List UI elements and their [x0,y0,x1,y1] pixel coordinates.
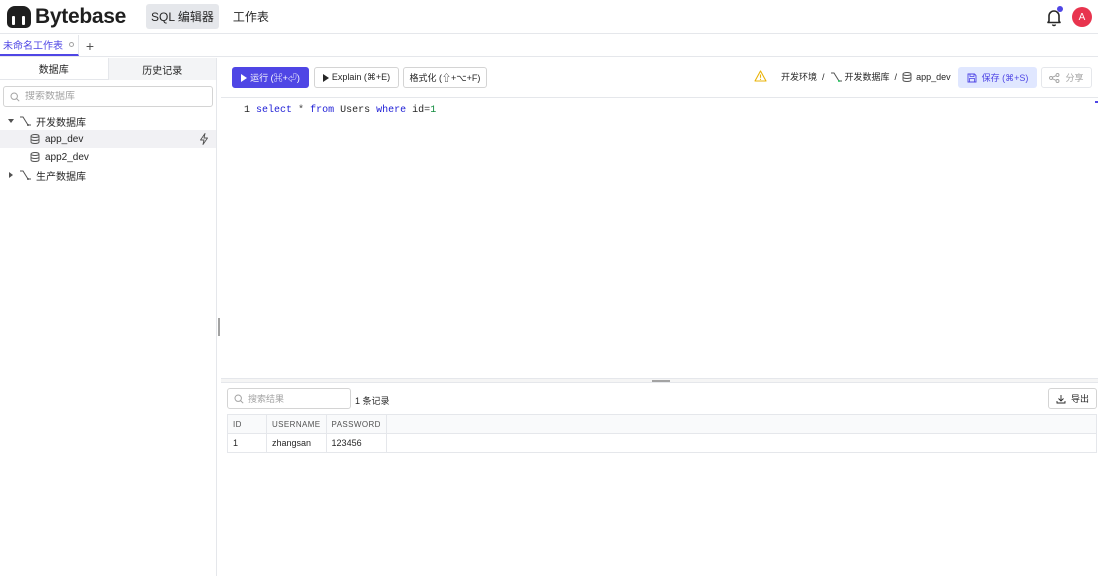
column-header-password[interactable]: PASSWORD [325,414,387,434]
avatar[interactable]: A [1072,7,1092,27]
database-icon [30,134,40,144]
breadcrumb-separator: / [822,71,825,82]
table-cell-filler [385,433,1098,453]
breadcrumb-instance: 开发数据库 [844,72,890,82]
search-icon [10,91,20,102]
database-icon [30,152,40,162]
notification-dot [1057,6,1063,12]
editor-result-splitter[interactable] [221,378,1098,383]
explain-button[interactable]: Explain (⌘+E) [314,67,399,88]
breadcrumb: 开发环境 / 开发数据库 / app_dev [781,70,951,83]
token-table: Users [340,105,371,116]
environment-icon [830,72,842,82]
format-button[interactable]: 格式化 (⇧+⌥+F) [403,67,487,88]
download-icon [1056,394,1066,403]
logo-text: Bytebase [35,4,126,28]
database-icon [902,71,912,82]
chevron-right-icon[interactable] [9,172,13,178]
token-star: * [298,105,305,116]
share-button[interactable]: 分享 [1041,67,1092,88]
save-button[interactable]: 保存 (⌘+S) [958,67,1037,88]
tree-db-label: app_dev [45,133,84,145]
play-icon [241,73,248,82]
column-header-username[interactable]: USERNAME [266,414,327,434]
nav-right: A [1042,5,1092,29]
column-header-id[interactable]: ID [227,414,267,434]
worksheet-tab-bar: 未命名工作表 + [0,35,1098,57]
token-column: id [412,105,425,116]
tab-untitled-worksheet[interactable]: 未命名工作表 [0,35,79,56]
sidebar-resize-handle[interactable] [218,318,220,336]
tree-env-label: 生产数据库 [36,171,86,183]
table-cell[interactable]: 1 [227,433,267,453]
top-nav: Bytebase SQL 编辑器 工作表 A [0,0,1098,34]
column-header-filler [385,414,1098,434]
save-icon [967,73,977,82]
format-label: 格式化 (⇧+⌥+F) [409,73,481,83]
share-icon [1049,72,1060,83]
editor-line[interactable]: 1 select * from Users where id = 1 [244,105,436,116]
main-panel: 运行 (⌘+⏎) Explain (⌘+E) 格式化 (⇧+⌥+F) 开发环境 … [221,58,1098,576]
search-icon [234,393,244,404]
logo[interactable]: Bytebase [7,5,126,29]
warning-icon [754,70,767,82]
table-header-row: ID USERNAME PASSWORD [227,414,1098,434]
play-icon [322,73,329,82]
sql-editor[interactable]: 1 select * from Users where id = 1 [221,99,1098,378]
database-tree: 开发数据库 app_dev app2_dev 生产数据库 [0,112,216,184]
bolt-icon[interactable] [199,133,209,145]
tree-env-dev[interactable]: 开发数据库 [0,112,216,130]
environment-icon [20,116,31,126]
add-tab-button[interactable]: + [79,35,101,56]
environment-icon [20,170,31,180]
share-label: 分享 [1065,73,1084,83]
sidebar-tabs: 数据库 历史记录 [0,58,216,80]
explain-label: Explain (⌘+E) [331,72,391,82]
table-cell[interactable]: 123456 [325,433,387,453]
tab-history[interactable]: 历史记录 [108,58,216,80]
nav-sql-editor[interactable]: SQL 编辑器 [145,4,219,29]
tree-env-prod[interactable]: 生产数据库 [0,166,216,184]
keyword-where: where [376,105,407,116]
table-cell[interactable]: zhangsan [266,433,327,453]
bytebase-logo-icon [7,5,31,28]
tree-env-label: 开发数据库 [36,117,86,129]
tree-db-app2-dev[interactable]: app2_dev [0,148,216,166]
table-row[interactable]: 1 zhangsan 123456 [227,433,1098,453]
result-search [227,388,351,409]
notification-button[interactable] [1042,5,1066,29]
line-number: 1 [244,105,251,116]
database-search [3,86,213,107]
save-label: 保存 (⌘+S) [981,73,1029,83]
result-count: 1 条记录 [355,396,390,406]
tree-db-app-dev[interactable]: app_dev [0,130,216,148]
export-label: 导出 [1070,394,1089,404]
breadcrumb-environment: 开发环境 [781,72,818,82]
nav-worksheet[interactable]: 工作表 [228,4,274,29]
run-label: 运行 (⌘+⏎) [250,73,300,83]
tab-databases[interactable]: 数据库 [0,58,109,80]
export-button[interactable]: 导出 [1048,388,1097,409]
sidebar: 数据库 历史记录 开发数据库 app_dev [0,58,217,576]
tree-db-label: app2_dev [45,151,89,163]
result-search-input[interactable] [248,393,348,404]
tab-close-icon[interactable] [69,42,74,47]
keyword-select: select [256,105,293,116]
drag-handle-icon[interactable] [652,380,670,382]
editor-toolbar: 运行 (⌘+⏎) Explain (⌘+E) 格式化 (⇧+⌥+F) 开发环境 … [221,58,1098,98]
chevron-down-icon[interactable] [8,119,14,123]
token-number: 1 [430,105,437,116]
tab-label: 未命名工作表 [3,41,63,52]
keyword-from: from [310,105,335,116]
database-search-input[interactable] [25,91,205,102]
run-button[interactable]: 运行 (⌘+⏎) [232,67,309,88]
breadcrumb-separator: / [894,71,898,82]
result-table: ID USERNAME PASSWORD 1 zhangsan 123456 [227,414,1098,453]
breadcrumb-database: app_dev [916,71,951,82]
